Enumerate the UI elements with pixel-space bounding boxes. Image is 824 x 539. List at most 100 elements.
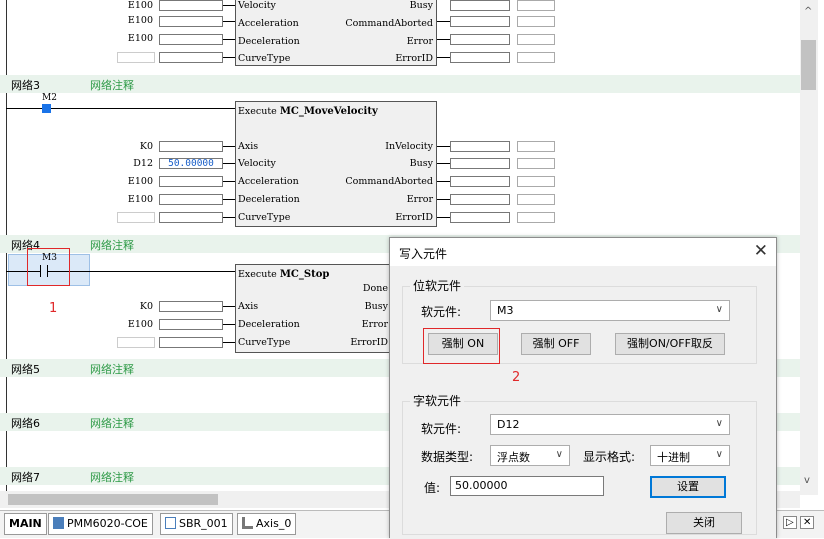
value-label: 值: — [424, 481, 441, 495]
fb-output-pin: Busy — [409, 0, 433, 11]
network-comment[interactable]: 网络注释 — [90, 361, 134, 377]
network-comment[interactable]: 网络注释 — [90, 469, 134, 485]
word-element-select[interactable]: D12 ∨ — [490, 414, 730, 435]
horizontal-scrollbar-thumb[interactable] — [8, 494, 218, 505]
fb-output-pin: InVelocity — [385, 141, 433, 152]
operand-label: D12 — [133, 158, 153, 169]
value-box — [159, 194, 223, 205]
operand-label: E100 — [127, 0, 153, 11]
network-label: 网络7 — [11, 471, 40, 484]
network-comment[interactable]: 网络注释 — [90, 77, 134, 93]
operand-label: K0 — [139, 301, 153, 312]
value-box — [159, 141, 223, 152]
fb-output-pin: ErrorID — [395, 53, 433, 64]
dialog-body: 位软元件 软元件: M3 ∨ 强制 ON 强制 OFF 强制ON/OFF取反 2… — [390, 266, 776, 539]
dialog-titlebar[interactable]: 写入元件 ✕ — [390, 238, 776, 266]
fb-input-pin: Axis — [238, 141, 259, 152]
network-label: 网络3 — [11, 79, 40, 92]
chevron-down-icon: ∨ — [555, 449, 563, 460]
device-icon — [53, 517, 64, 529]
close-icon[interactable]: ✕ — [800, 516, 815, 529]
fb-output-pin: Done — [362, 283, 388, 294]
network-3-header[interactable]: 网络3 网络注释 — [0, 75, 800, 93]
fb-input-pin: CurveType — [238, 53, 291, 64]
value-box — [159, 212, 223, 223]
force-off-button[interactable]: 强制 OFF — [521, 333, 591, 355]
network-comment[interactable]: 网络注释 — [90, 415, 134, 431]
tab-main[interactable]: MAIN — [4, 513, 47, 535]
annotation-box-2 — [423, 328, 500, 364]
bit-element-label: 软元件: — [421, 305, 462, 319]
close-button[interactable]: 关闭 — [666, 512, 742, 534]
velocity-value-box: 50.00000 — [159, 158, 223, 169]
group-title: 字软元件 — [410, 392, 465, 409]
fb-output-pin: Error — [406, 194, 433, 205]
operand-box[interactable] — [117, 212, 155, 223]
fb-mc-movevelocity[interactable]: Execute MC_MoveVelocity Axis Velocity Ac… — [235, 101, 437, 227]
chevron-down-icon: ∨ — [715, 304, 723, 315]
fb-output-pin: ErrorID — [350, 337, 388, 348]
fb-input-pin: Acceleration — [238, 176, 299, 187]
value-box — [159, 16, 223, 27]
value-box — [159, 52, 223, 63]
value-box — [159, 319, 223, 330]
group-title: 位软元件 — [410, 277, 465, 294]
chevron-down-icon: ∨ — [715, 418, 723, 429]
scroll-up-icon[interactable]: ^ — [804, 6, 812, 17]
fb-output-pin: Busy — [364, 301, 388, 312]
fb-title: Execute MC_MoveVelocity — [238, 106, 378, 117]
fb-output-pin: CommandAborted — [345, 18, 433, 29]
axis-icon — [242, 517, 253, 529]
word-element-label: 软元件: — [421, 422, 462, 436]
chevron-down-icon: ∨ — [715, 449, 723, 460]
annotation-number-2: 2 — [512, 370, 521, 385]
function-block[interactable]: Velocity Acceleration Deceleration Curve… — [235, 0, 437, 66]
contact-label: M2 — [42, 93, 57, 103]
tab-sbr-001[interactable]: SBR_001 — [160, 513, 233, 535]
dialog-title: 写入元件 — [399, 247, 448, 261]
fb-input-pin: Velocity — [238, 0, 276, 11]
tab-pmm6020-coe[interactable]: PMM6020-COE — [48, 513, 153, 535]
datatype-label: 数据类型: — [421, 450, 474, 464]
vertical-scrollbar[interactable]: ^ v — [800, 0, 818, 495]
network-comment[interactable]: 网络注释 — [90, 237, 134, 253]
value-input[interactable]: 50.00000 — [450, 476, 604, 496]
tab-axis-0[interactable]: Axis_0 — [237, 513, 297, 535]
fb-mc-stop[interactable]: Execute MC_Stop Axis Deceleration CurveT… — [235, 264, 392, 353]
format-select[interactable]: 十进制 ∨ — [650, 445, 730, 466]
operand-label: E100 — [127, 319, 153, 330]
fb-input-pin: Axis — [238, 301, 259, 312]
value-box — [159, 0, 223, 11]
value-box — [159, 34, 223, 45]
value-box — [159, 337, 223, 348]
tab-next-icon[interactable]: ▷ — [783, 516, 797, 529]
fb-input-pin: Acceleration — [238, 18, 299, 29]
scroll-down-icon[interactable]: v — [804, 475, 810, 486]
bit-element-select[interactable]: M3 ∨ — [490, 300, 730, 321]
operand-label: E100 — [127, 194, 153, 205]
subroutine-icon — [165, 517, 176, 529]
value-box — [159, 176, 223, 187]
fb-input-pin: Deceleration — [238, 194, 300, 205]
fb-output-pin: Error — [406, 36, 433, 47]
fb-output-pin: Busy — [409, 158, 433, 169]
set-button[interactable]: 设置 — [650, 476, 726, 498]
fb-input-pin: CurveType — [238, 212, 291, 223]
annotation-box-1 — [27, 248, 70, 286]
vertical-scrollbar-thumb[interactable] — [801, 40, 816, 90]
fb-input-pin: Velocity — [238, 158, 276, 169]
network-label: 网络6 — [11, 417, 40, 430]
operand-box[interactable] — [117, 52, 155, 63]
fb-output-pin: Error — [361, 319, 388, 330]
format-label: 显示格式: — [583, 450, 636, 464]
operand-label: E100 — [127, 33, 153, 44]
operand-box[interactable] — [117, 337, 155, 348]
contact-m2[interactable] — [42, 104, 51, 113]
fb-input-pin: CurveType — [238, 337, 291, 348]
annotation-number-1: 1 — [49, 301, 58, 316]
force-toggle-button[interactable]: 强制ON/OFF取反 — [615, 333, 725, 355]
datatype-select[interactable]: 浮点数 ∨ — [490, 445, 570, 466]
write-element-dialog: 写入元件 ✕ 位软元件 软元件: M3 ∨ 强制 ON 强制 OFF 强制ON/… — [389, 237, 777, 539]
dialog-close-icon[interactable]: ✕ — [754, 241, 768, 261]
operand-label: K0 — [139, 141, 153, 152]
